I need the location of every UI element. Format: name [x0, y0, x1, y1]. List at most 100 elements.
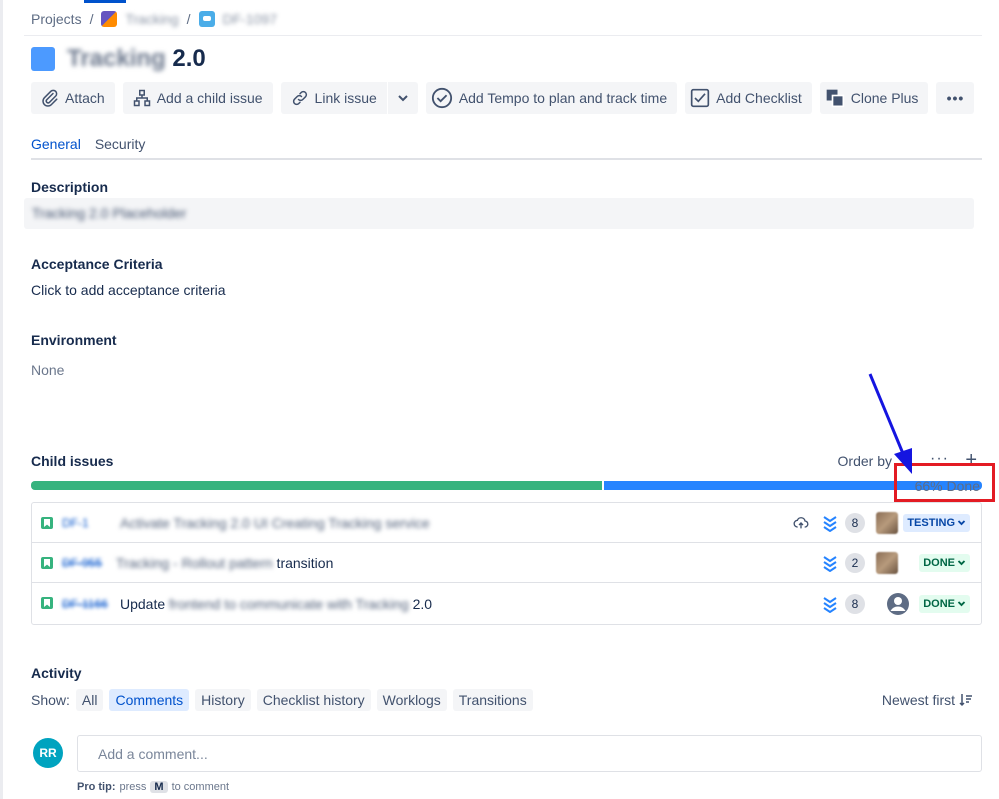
description-value: Tracking 2.0 Placeholder	[32, 205, 187, 221]
filter-transitions-button[interactable]: Transitions	[452, 689, 533, 711]
issue-title-version: 2.0	[165, 45, 206, 72]
story-icon	[41, 517, 53, 529]
filter-history-button[interactable]: History	[195, 689, 251, 711]
progress-done-segment	[31, 481, 602, 490]
child-issues-title: Child issues	[31, 453, 114, 469]
acceptance-criteria-label: Acceptance Criteria	[31, 256, 163, 272]
child-issue-summary[interactable]: Tracking - Rollout pattern transition	[116, 555, 333, 571]
chevron-down-icon	[957, 601, 966, 607]
default-avatar-icon[interactable]	[886, 592, 910, 616]
pro-tip-press: press	[119, 781, 147, 793]
story-points-badge: 8	[845, 593, 865, 614]
add-tempo-label: Add Tempo to plan and track time	[458, 90, 668, 106]
tabs-divider	[31, 158, 982, 160]
issue-title[interactable]: Tracking 2.0	[67, 45, 206, 73]
sort-order-button[interactable]: Newest first	[882, 692, 973, 708]
breadcrumb-issue-link[interactable]: DF-1097	[223, 11, 277, 27]
clone-plus-button[interactable]: Clone Plus	[819, 82, 929, 114]
show-label: Show:	[31, 692, 70, 708]
clone-icon	[826, 89, 844, 108]
link-issue-dropdown-button[interactable]	[387, 82, 418, 114]
current-user-avatar[interactable]: RR	[33, 738, 63, 768]
keyboard-shortcut-key: M	[150, 781, 168, 793]
chevron-down-icon	[398, 95, 408, 102]
annotation-arrow	[868, 373, 912, 474]
environment-label: Environment	[31, 332, 117, 348]
add-checklist-label: Add Checklist	[716, 90, 802, 106]
status-lozenge-done[interactable]: DONE	[919, 594, 970, 613]
project-avatar-icon	[101, 11, 118, 27]
checkbox-icon	[690, 88, 710, 108]
child-issue-row[interactable]: DF-1166 Update frontend to communicate w…	[32, 583, 981, 624]
child-issues-progress-bar	[31, 481, 982, 490]
add-child-label: Add a child issue	[156, 90, 263, 106]
issue-title-row: Tracking 2.0	[31, 45, 206, 73]
link-issue-split-button: Link issue	[280, 82, 418, 114]
environment-field[interactable]: None	[31, 362, 64, 378]
tab-general[interactable]: General	[31, 136, 81, 160]
acceptance-criteria-field[interactable]: Click to add acceptance criteria	[31, 282, 226, 298]
child-issue-summary[interactable]: Activate Tracking 2.0 UI Creating Tracki…	[120, 515, 430, 531]
clone-plus-label: Clone Plus	[850, 90, 919, 106]
epic-type-icon	[198, 11, 215, 27]
link-icon	[292, 90, 307, 106]
child-issue-row[interactable]: DF-955 Tracking - Rollout pattern transi…	[32, 543, 981, 583]
issue-type-icon[interactable]	[31, 47, 55, 71]
check-circle-icon	[431, 87, 452, 109]
pro-tip-label: Pro tip:	[77, 781, 116, 793]
child-issues-list: DF-1 Activate Tracking 2.0 UI Creating T…	[31, 502, 982, 625]
status-lozenge-done[interactable]: DONE	[919, 553, 970, 572]
issue-title-blurred: Tracking	[67, 45, 166, 72]
sort-descending-icon	[959, 694, 972, 707]
filter-worklogs-button[interactable]: Worklogs	[376, 689, 447, 711]
add-child-issue-button[interactable]: Add a child issue	[122, 82, 273, 114]
attach-button[interactable]: Attach	[31, 82, 115, 114]
story-points-badge: 8	[845, 512, 865, 533]
breadcrumb-projects-link[interactable]: Projects	[31, 11, 82, 27]
pro-tip: Pro tip: press M to comment	[77, 781, 229, 793]
filter-checklist-history-button[interactable]: Checklist history	[256, 689, 371, 711]
add-checklist-button[interactable]: Add Checklist	[685, 82, 812, 114]
more-actions-button[interactable]: •••	[936, 82, 975, 114]
breadcrumb-separator: /	[186, 11, 191, 27]
breadcrumb: Projects / Tracking / DF-1097	[31, 11, 277, 27]
header-divider	[24, 35, 982, 36]
more-dots-icon: •••	[946, 90, 965, 106]
left-border	[0, 0, 3, 799]
chevron-down-icon	[957, 560, 966, 566]
assignee-avatar[interactable]	[876, 511, 898, 534]
child-issue-key[interactable]: DF-1	[62, 516, 89, 530]
status-lozenge-testing[interactable]: TESTING	[903, 513, 970, 532]
breadcrumb-project-link[interactable]: Tracking	[125, 11, 178, 27]
priority-lowest-icon	[823, 596, 837, 613]
filter-comments-button[interactable]: Comments	[109, 689, 190, 711]
field-tabs: General Security	[31, 136, 145, 160]
assignee-avatar[interactable]	[876, 551, 898, 574]
child-issue-summary[interactable]: Update frontend to communicate with Trac…	[120, 596, 432, 612]
add-tempo-button[interactable]: Add Tempo to plan and track time	[425, 82, 678, 114]
comment-input[interactable]	[77, 735, 982, 772]
sort-label: Newest first	[881, 692, 955, 708]
story-icon	[41, 557, 53, 569]
description-field[interactable]: Tracking 2.0 Placeholder	[24, 198, 974, 229]
pro-tip-suffix: to comment	[171, 781, 230, 793]
tab-security[interactable]: Security	[95, 136, 146, 160]
child-issue-row[interactable]: DF-1 Activate Tracking 2.0 UI Creating T…	[32, 503, 981, 543]
description-label: Description	[31, 179, 109, 195]
breadcrumb-separator: /	[89, 11, 94, 27]
paperclip-icon	[42, 89, 58, 107]
chevron-down-icon	[957, 520, 966, 526]
link-issue-label: Link issue	[314, 90, 377, 106]
cloud-upload-icon	[793, 516, 809, 528]
link-issue-button[interactable]: Link issue	[280, 82, 387, 114]
child-issue-key[interactable]: DF-1166	[62, 597, 108, 611]
activity-filter-bar: Show: All Comments History Checklist his…	[31, 689, 533, 711]
child-issues-header: Child issues Order by ··· +	[31, 449, 982, 473]
attach-label: Attach	[65, 90, 105, 106]
issue-toolbar: Attach Add a child issue Link issue Add …	[31, 82, 975, 114]
story-icon	[41, 597, 53, 609]
hierarchy-icon	[133, 89, 150, 107]
filter-all-button[interactable]: All	[75, 689, 104, 711]
child-issue-key[interactable]: DF-955	[62, 556, 102, 570]
activity-title: Activity	[31, 665, 82, 681]
